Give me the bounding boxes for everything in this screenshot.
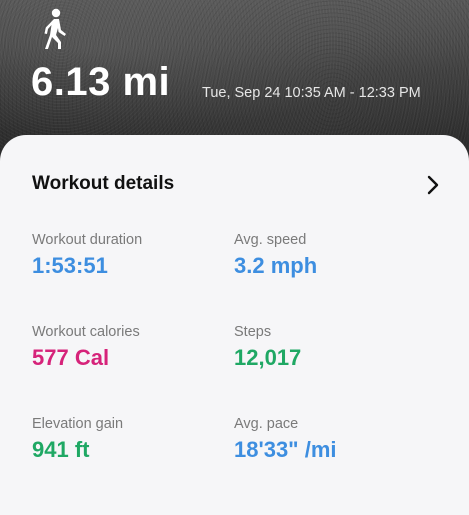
stat-value: 941 ft [32, 437, 90, 462]
stat-workout-duration: Workout duration 1:53:51 [32, 232, 142, 279]
distance-value: 6.13 mi [31, 60, 171, 104]
stat-value: 577 Cal [32, 345, 110, 370]
stat-avg-speed: Avg. speed 3.2 mph [234, 232, 317, 279]
stat-label: Elevation gain [32, 416, 124, 432]
stat-value: 18'33" /mi [234, 437, 337, 462]
stat-label: Workout calories [32, 324, 140, 340]
stat-value: 1:53:51 [32, 253, 108, 278]
workout-details-title: Workout details [32, 173, 175, 194]
stat-steps: Steps 12,017 [234, 324, 301, 371]
walking-person-icon [44, 8, 66, 49]
stat-label: Workout duration [32, 232, 143, 248]
stat-elevation-gain: Elevation gain 941 ft [32, 416, 123, 463]
stat-label: Avg. speed [234, 232, 307, 248]
stat-label: Steps [234, 324, 272, 340]
stat-value: 12,017 [234, 345, 302, 370]
workout-details-header[interactable]: Workout details [32, 173, 442, 197]
stat-label: Avg. pace [234, 416, 299, 432]
workout-time-range: Tue, Sep 24 10:35 AM - 12:33 PM [202, 85, 421, 101]
workout-details-card: Workout details Workout duration 1:53:51… [0, 135, 469, 515]
stat-avg-pace: Avg. pace 18'33" /mi [234, 416, 337, 463]
stat-value: 3.2 mph [234, 253, 318, 278]
stat-workout-calories: Workout calories 577 Cal [32, 324, 140, 371]
chevron-right-icon[interactable] [426, 175, 440, 195]
